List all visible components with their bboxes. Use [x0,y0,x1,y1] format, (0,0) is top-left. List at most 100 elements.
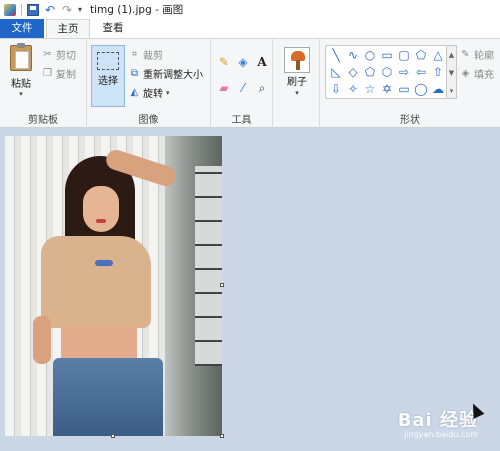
clipboard-group: 粘贴 ▾ ✂ 剪切 ❐ 复制 剪贴板 [0,39,87,128]
six-point-star-shape-icon[interactable]: ✡ [380,82,394,96]
separator [21,3,22,16]
rectangle-shape-icon[interactable]: ▭ [380,48,394,62]
outline-icon: ✎ [461,49,470,60]
hexagon-shape-icon[interactable]: ⬡ [380,65,394,79]
tools-group-label: 工具 [231,115,252,126]
magnifier-icon[interactable]: ⌕ [255,81,269,95]
down-arrow-shape-icon[interactable]: ⇩ [329,82,343,96]
triangle-shape-icon[interactable]: △ [431,48,445,62]
left-arrow-shape-icon[interactable]: ⇦ [414,65,428,79]
resize-label: 重新调整大小 [143,70,203,81]
cut-label: 剪切 [56,51,76,62]
brush-label: 刷子 [287,77,307,88]
curve-shape-icon[interactable]: ∿ [346,48,360,62]
image-group-label: 图像 [138,115,159,126]
shapes-scrollbar[interactable]: ▲ ▼ ▾ [447,45,457,99]
select-button[interactable]: 选择 [91,45,125,107]
outline-button[interactable]: ✎ 轮廓 [460,47,494,62]
photo-jeans [53,358,163,436]
color-picker-icon[interactable]: ⁄ [236,81,250,95]
quick-access-toolbar: ↶ ↷ ▾ [0,3,82,16]
photo-window [195,166,222,366]
four-point-star-shape-icon[interactable]: ✧ [346,82,360,96]
tab-bar: 文件 主页 查看 [0,19,500,39]
crop-label: 裁剪 [143,51,163,62]
expand-gallery-icon[interactable]: ▾ [447,82,456,100]
watermark: Bai 经验 jingyan.baidu.com [398,406,478,439]
right-arrow-shape-icon[interactable]: ⇨ [397,65,411,79]
tab-view[interactable]: 查看 [93,19,133,38]
selection-rectangle-icon [97,52,119,70]
ribbon: 粘贴 ▾ ✂ 剪切 ❐ 复制 剪贴板 选择 ⌗ 裁剪 ⧉ 重新调整大小 ◭ 旋转 [0,38,500,128]
photo-lips [96,219,106,223]
photo-shirt [41,236,151,328]
customize-toolbar-icon[interactable]: ▾ [78,5,82,14]
tab-file[interactable]: 文件 [0,19,44,38]
right-triangle-shape-icon[interactable]: ◺ [329,65,343,79]
scroll-up-icon[interactable]: ▲ [447,46,456,64]
brush-button[interactable]: 刷子 ▾ [280,47,314,97]
photo-left-arm [33,316,51,364]
brush-icon [284,47,310,73]
resize-handle-corner[interactable] [220,434,224,438]
cut-button[interactable]: ✂ 剪切 [42,47,76,62]
crop-icon: ⌗ [131,49,138,60]
oval-callout-shape-icon[interactable]: ◯ [414,82,428,96]
rounded-rectangle-shape-icon[interactable]: ▢ [397,48,411,62]
photo-shirt-logo [95,260,113,266]
copy-button[interactable]: ❐ 复制 [42,66,76,81]
fill-label: 填充 [474,70,494,81]
oval-shape-icon[interactable]: ○ [363,48,377,62]
image-canvas[interactable] [5,136,222,436]
watermark-brand: Bai 经验 [397,410,478,431]
redo-icon[interactable]: ↷ [61,4,73,16]
resize-handle-bottom[interactable] [111,434,115,438]
shapes-group-label: 形状 [400,115,420,126]
chevron-down-icon: ▾ [19,90,23,98]
shapes-group: ╲ ∿ ○ ▭ ▢ ⬠ △ ◺ ◇ ⬠ ⬡ ⇨ ⇦ ⇧ ⇩ ✧ ☆ ✡ ▭ ◯ … [320,39,500,128]
undo-icon[interactable]: ↶ [44,4,56,16]
cloud-callout-shape-icon[interactable]: ☁ [431,82,445,96]
scroll-down-icon[interactable]: ▼ [447,64,456,82]
paint-app-icon[interactable] [4,3,16,16]
copy-icon: ❐ [43,68,52,79]
crop-button[interactable]: ⌗ 裁剪 [129,47,163,62]
fill-bucket-icon: ◈ [461,68,470,79]
shapes-gallery: ╲ ∿ ○ ▭ ▢ ⬠ △ ◺ ◇ ⬠ ⬡ ⇨ ⇦ ⇧ ⇩ ✧ ☆ ✡ ▭ ◯ … [325,45,447,99]
pencil-icon[interactable]: ✎ [217,55,231,69]
eraser-icon[interactable]: ▰ [217,81,231,95]
rotate-button[interactable]: ◭ 旋转 ▾ [129,85,170,100]
save-icon[interactable] [27,3,39,16]
image-group: 选择 ⌗ 裁剪 ⧉ 重新调整大小 ◭ 旋转 ▾ 图像 [87,39,211,128]
rounded-callout-shape-icon[interactable]: ▭ [397,82,411,96]
fill-icon[interactable]: ◈ [236,55,250,69]
paste-label: 粘贴 [11,79,31,90]
copy-label: 复制 [56,70,76,81]
resize-button[interactable]: ⧉ 重新调整大小 [129,66,203,81]
outline-label: 轮廓 [474,51,494,62]
rotate-icon: ◭ [130,87,139,98]
fill-button[interactable]: ◈ 填充 [460,66,494,81]
photo-midriff [61,326,137,362]
paste-button[interactable]: 粘贴 ▾ [5,43,37,101]
polygon-shape-icon[interactable]: ⬠ [414,48,428,62]
chevron-down-icon: ▾ [295,89,299,97]
canvas-area[interactable]: Bai 经验 jingyan.baidu.com [0,128,500,451]
resize-icon: ⧉ [130,68,139,79]
tab-home[interactable]: 主页 [46,19,90,39]
brush-group: 刷子 ▾ [273,39,320,128]
pentagon-shape-icon[interactable]: ⬠ [363,65,377,79]
rotate-label: 旋转 [143,89,163,100]
text-icon[interactable]: A [255,55,269,69]
resize-handle-right[interactable] [220,283,224,287]
chevron-down-icon: ▾ [166,88,170,97]
watermark-url: jingyan.baidu.com [404,430,478,439]
title-bar: ↶ ↷ ▾ timg (1).jpg - 画图 [0,0,500,19]
up-arrow-shape-icon[interactable]: ⇧ [431,65,445,79]
clipboard-icon [10,43,32,71]
clipboard-group-label: 剪贴板 [28,115,58,126]
diamond-shape-icon[interactable]: ◇ [346,65,360,79]
five-point-star-shape-icon[interactable]: ☆ [363,82,377,96]
line-shape-icon[interactable]: ╲ [329,48,343,62]
window-title: timg (1).jpg - 画图 [90,4,184,16]
